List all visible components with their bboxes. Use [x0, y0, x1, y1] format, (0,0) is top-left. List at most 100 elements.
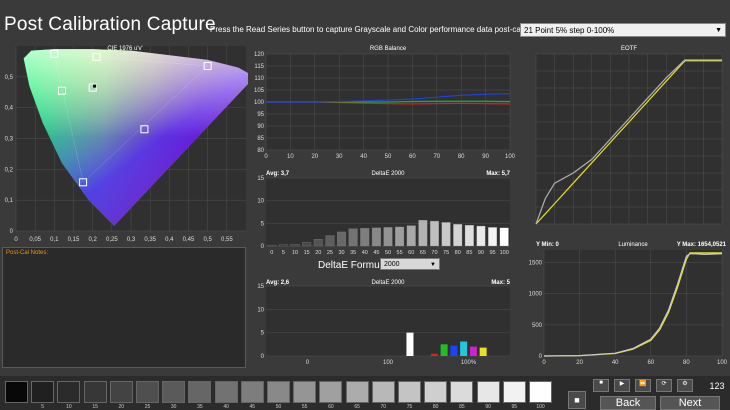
grayscale-patch[interactable]	[57, 381, 81, 403]
cie-measured-point	[93, 84, 97, 88]
deltae-bar	[383, 227, 393, 247]
patch-label: 60	[328, 404, 334, 410]
plot-area	[266, 286, 510, 356]
patch-label: 35	[197, 404, 203, 410]
deltae-xtick: 0	[270, 250, 273, 256]
cie-ytick: 0,4	[5, 106, 14, 112]
record-button[interactable]: ■	[568, 391, 586, 409]
back-button-label: Back	[615, 397, 641, 409]
grayscale-patch[interactable]	[31, 381, 55, 403]
deltae-xtick: 60	[408, 250, 414, 256]
luminance-xtick: 0	[542, 360, 546, 366]
deltae-color-ytick: 5	[261, 331, 265, 337]
grayscale-patch[interactable]	[424, 381, 448, 403]
patch-label: 40	[223, 404, 229, 410]
stop-button[interactable]: ■	[593, 379, 609, 392]
deltae-ytick: 10	[257, 199, 264, 205]
grayscale-patch[interactable]	[476, 381, 500, 403]
deltae-bar	[476, 225, 486, 247]
deltae-bar	[290, 244, 300, 247]
patch-label: 15	[92, 404, 98, 410]
deltae-xtick: 10	[292, 250, 298, 256]
deltae-bar	[488, 227, 498, 247]
deltae-xtick: 5	[282, 250, 285, 256]
cie-xtick: 0,1	[50, 237, 59, 243]
grayscale-patch[interactable]	[136, 381, 159, 403]
patch-label: 95	[511, 404, 518, 410]
back-button[interactable]: Back	[600, 396, 656, 410]
rgb-ytick: 100	[254, 100, 265, 106]
series-select[interactable]: 21 Point 5% step 0-100% ▼	[520, 23, 726, 37]
grayscale-patch[interactable]	[371, 381, 395, 403]
rgb-ytick: 110	[254, 76, 264, 82]
page-title: Post Calibration Capture	[4, 14, 216, 35]
grayscale-patch[interactable]	[293, 381, 317, 403]
grayscale-patch[interactable]	[214, 381, 238, 403]
settings-button[interactable]: ⚙	[677, 379, 693, 392]
luminance-ymax: Y Max: 1654,0521	[677, 242, 727, 248]
grayscale-patch[interactable]	[83, 381, 107, 403]
patch-label: 20	[118, 404, 125, 410]
deltae-color-bar	[440, 344, 448, 356]
luminance-ytick: 500	[532, 323, 543, 329]
cie-ytick: 0,5	[5, 75, 14, 81]
rgb-xtick: 80	[458, 154, 465, 160]
notes-label: Post-Cal Notes:	[6, 250, 49, 256]
deltae-grayscale-chart: DeltaE 2000 Avg: 3,7 Max: 5,7 0 5 10 15 0 5 10 15 2…	[257, 171, 510, 256]
deltae-color-chart: DeltaE 2000 Avg: 2,6 Max: 5 0 5 10 15 0 100 100%	[257, 280, 510, 366]
deltae-max: Max: 5,7	[486, 171, 510, 177]
deltae-avg: Avg: 3,7	[266, 171, 290, 177]
deltae-color-max: Max: 5	[491, 280, 510, 286]
patch-label: 75	[406, 404, 413, 410]
deltae-color-ytick: 0	[261, 354, 265, 360]
cie-ytick: 0,1	[5, 198, 14, 204]
deltae-bar	[499, 227, 509, 247]
eotf-title: EOTF	[621, 46, 637, 52]
deltae-xtick: 55	[397, 250, 403, 256]
luminance-xtick: 60	[647, 360, 654, 366]
grayscale-patch[interactable]	[398, 381, 421, 403]
play-button[interactable]: ▶	[614, 379, 630, 392]
luminance-title: Luminance	[618, 242, 648, 248]
deltae-color-ytick: 15	[257, 284, 264, 290]
patch-label: 70	[380, 404, 387, 410]
grayscale-patch[interactable]	[450, 381, 474, 403]
grayscale-patch[interactable]	[267, 381, 290, 403]
grayscale-patch[interactable]	[529, 381, 552, 403]
cie-ytick: 0	[10, 229, 14, 235]
series-select-value: 21 Point 5% step 0-100%	[524, 26, 615, 35]
patch-label: 30	[170, 404, 177, 410]
deltae-color-xtick: 100%	[461, 360, 477, 366]
deltae-xtick: 35	[350, 250, 356, 256]
grayscale-patch[interactable]	[162, 381, 186, 403]
rgb-xtick: 0	[264, 154, 268, 160]
rgb-xtick: 10	[287, 154, 294, 160]
grayscale-patch[interactable]	[240, 381, 264, 403]
cie-xtick: 0,55	[221, 237, 233, 243]
grayscale-patch[interactable]	[319, 381, 343, 403]
deltae-formula-select[interactable]: 2000 ▼	[380, 258, 440, 270]
deltae-bar	[430, 220, 439, 247]
grayscale-patch[interactable]	[502, 381, 526, 403]
next-button[interactable]: Next	[660, 396, 720, 410]
grayscale-patch[interactable]	[345, 381, 369, 403]
patch-label: 80	[432, 404, 439, 410]
rgb-xtick: 100	[505, 154, 515, 160]
patch-label: 100	[536, 404, 545, 410]
read-series-button[interactable]: ⏩	[635, 379, 651, 392]
grayscale-patch[interactable]	[188, 381, 212, 403]
luminance-chart: Luminance Y Min: 0 Y Max: 1654,0521 0 20 40 60…	[529, 242, 728, 366]
deltae-bar	[325, 235, 335, 247]
patch-label: 50	[275, 404, 282, 410]
deltae-ytick: 5	[261, 221, 265, 227]
chevron-down-icon: ▼	[715, 27, 722, 34]
grayscale-patch[interactable]	[109, 381, 133, 403]
loop-button[interactable]: ⟳	[656, 379, 672, 392]
patch-label: 90	[485, 404, 491, 410]
cie-xtick: 0,05	[29, 237, 41, 243]
deltae-xtick: 90	[478, 250, 484, 256]
post-cal-notes[interactable]: Post-Cal Notes:	[2, 247, 246, 368]
deltae-color-title: DeltaE 2000	[371, 280, 405, 286]
deltae-bar	[337, 231, 346, 247]
grayscale-patch[interactable]	[5, 381, 28, 403]
